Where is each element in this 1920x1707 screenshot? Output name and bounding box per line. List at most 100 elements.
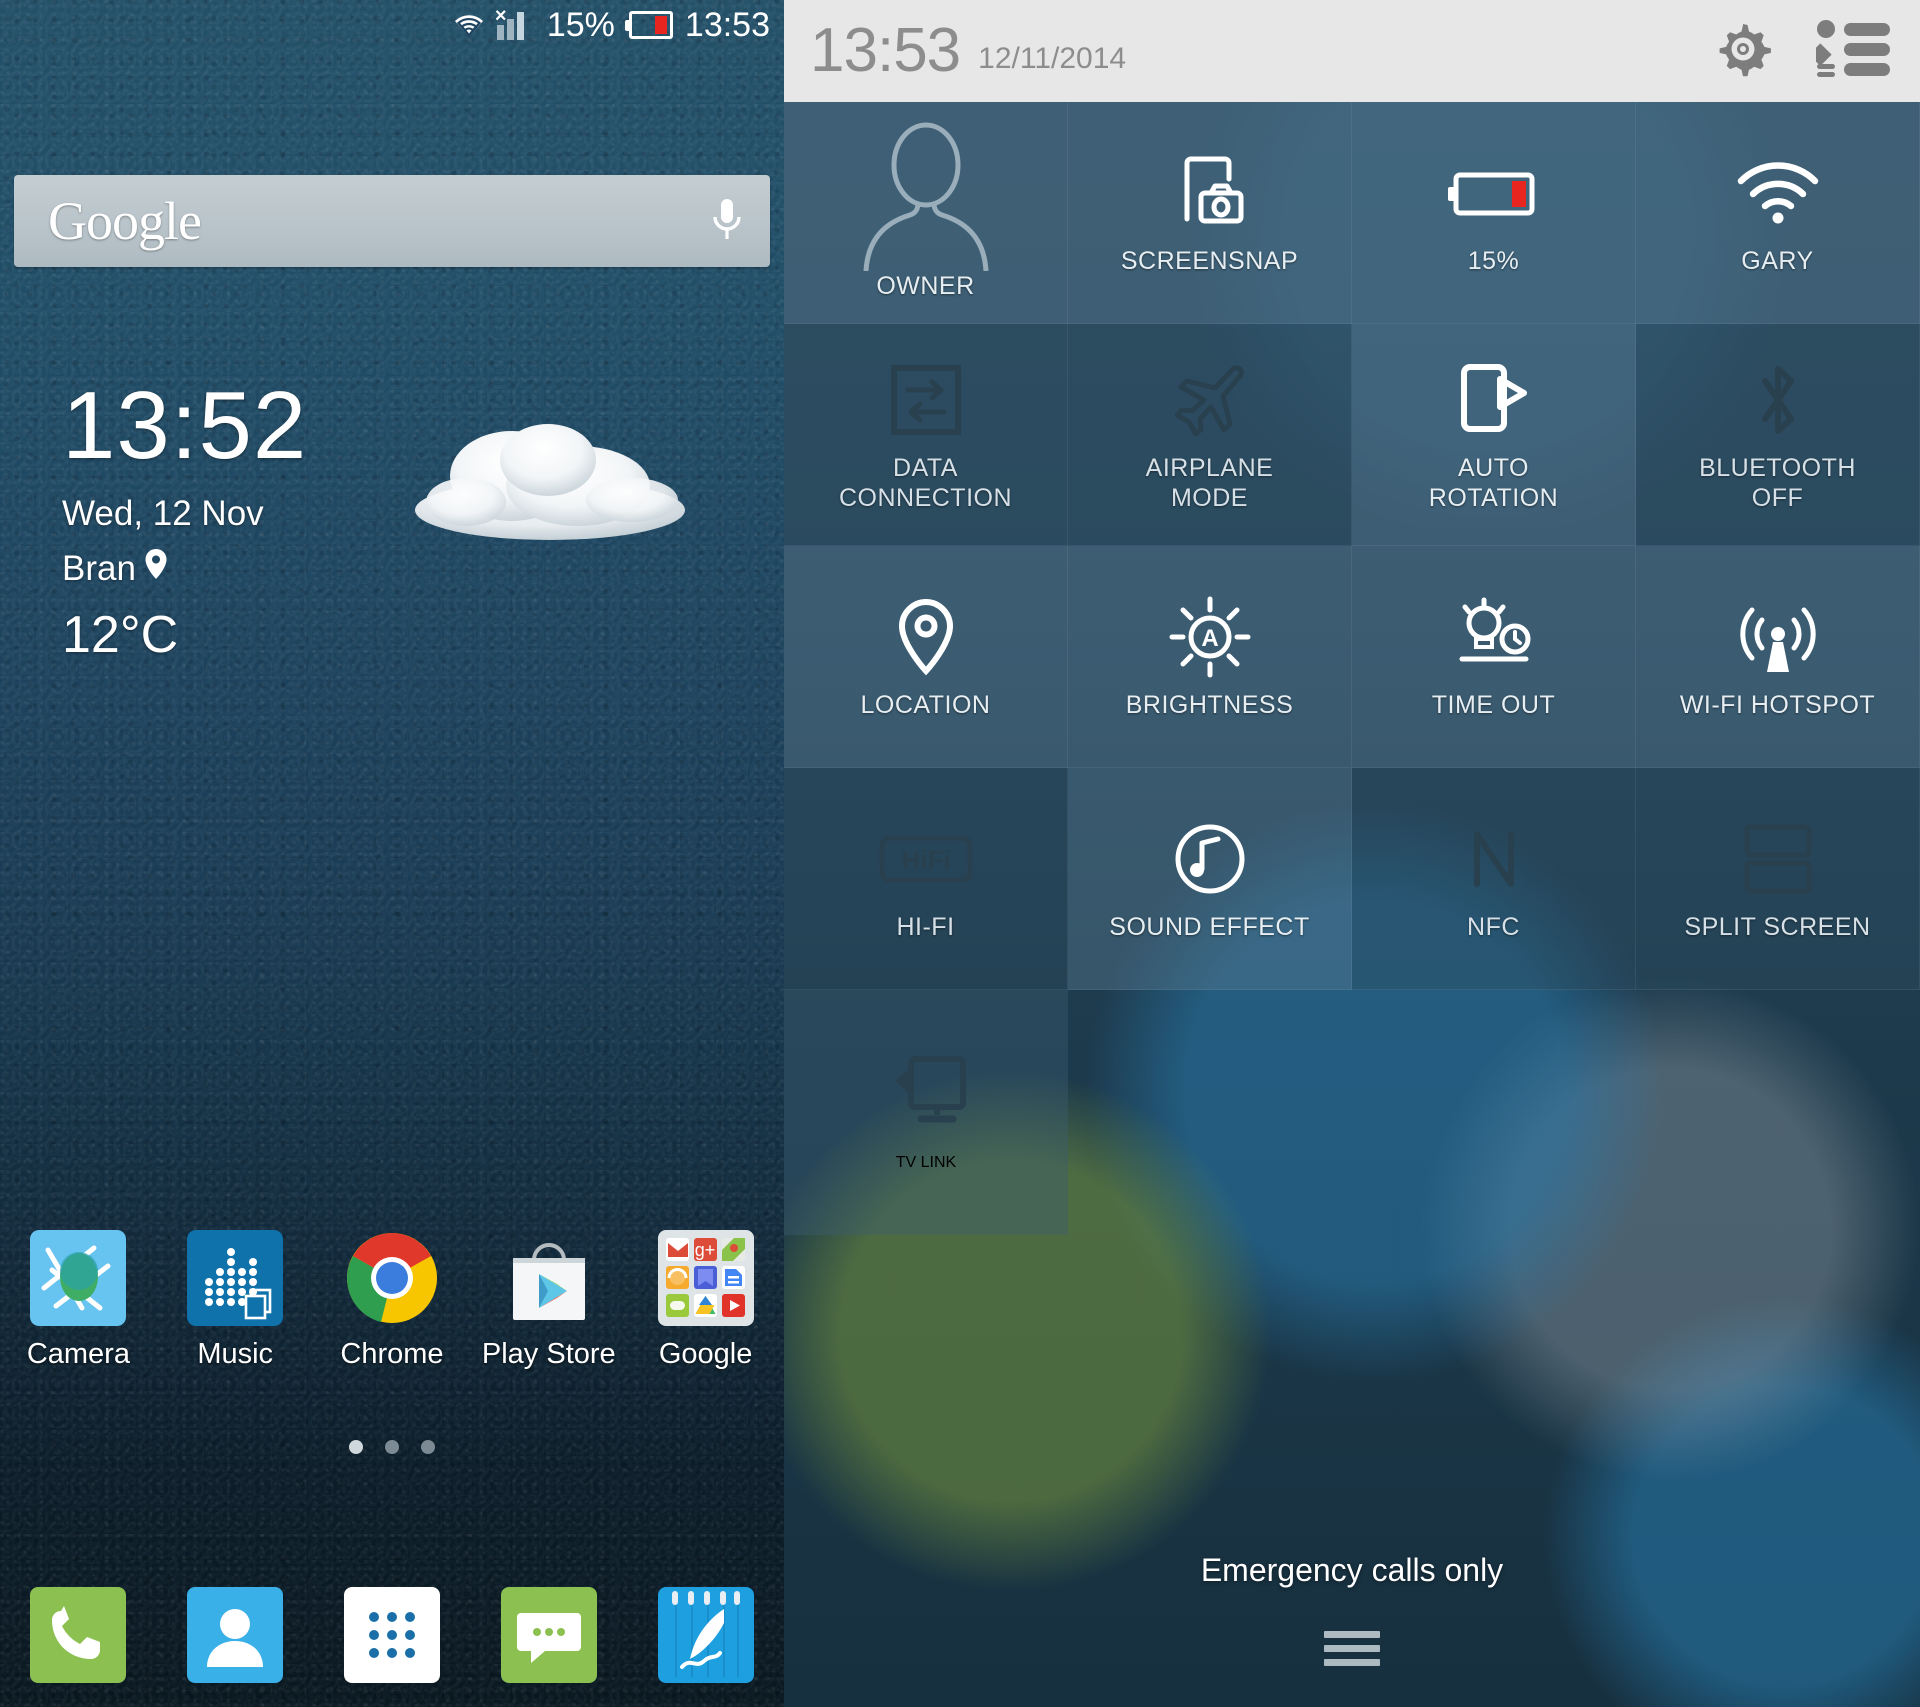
widget-date: Wed, 12 Nov xyxy=(62,494,264,533)
status-battery-percent: 15% xyxy=(546,5,615,44)
widget-location-label: Bran xyxy=(62,548,136,588)
tile-split-screen[interactable]: SPLIT SCREEN xyxy=(1636,768,1920,990)
tile-label: DATA CONNECTION xyxy=(838,453,1013,512)
page-indicator[interactable] xyxy=(0,1440,784,1454)
tile-wifi[interactable]: GARY xyxy=(1636,102,1920,324)
quick-settings-grid: OWNER SCREENSNAP 15% GARY DATA CONNECTIO… xyxy=(784,102,1920,990)
tile-label: SCREENSNAP xyxy=(1120,246,1299,275)
tile-battery[interactable]: 15% xyxy=(1352,102,1636,324)
tile-label: AUTO ROTATION xyxy=(1428,453,1559,512)
play-store-app-icon xyxy=(501,1230,597,1326)
app-google-folder[interactable]: g+ Google xyxy=(636,1230,776,1371)
shade-clock: 13:53 xyxy=(810,16,961,85)
map-pin-icon xyxy=(144,548,168,589)
user-avatar-icon xyxy=(846,121,1006,271)
tile-brightness[interactable]: A BRIGHTNESS xyxy=(1068,546,1352,768)
app-music[interactable]: Music xyxy=(165,1230,305,1371)
app-camera[interactable]: Camera xyxy=(8,1230,148,1371)
messages-icon[interactable] xyxy=(500,1587,597,1683)
split-screen-icon xyxy=(1741,816,1815,902)
emergency-status-text: Emergency calls only xyxy=(1200,1552,1504,1588)
battery-low-icon xyxy=(624,11,675,39)
wifi-icon xyxy=(1733,150,1823,236)
bluetooth-icon xyxy=(1747,357,1809,443)
app-play-store[interactable]: Play Store xyxy=(479,1230,619,1371)
tile-data-connection[interactable]: DATA CONNECTION xyxy=(784,324,1068,546)
x-mark-icon: × xyxy=(494,5,507,27)
shade-header: 13:53 12/11/2014 xyxy=(784,0,1920,102)
tile-tv-link[interactable]: TV LINK xyxy=(784,990,1068,1235)
gear-icon[interactable] xyxy=(1712,18,1774,85)
tile-label: AIRPLANE MODE xyxy=(1145,453,1274,512)
hotspot-icon xyxy=(1735,594,1821,680)
tile-label: TIME OUT xyxy=(1431,690,1556,719)
tile-label: BRIGHTNESS xyxy=(1125,690,1294,719)
notification-list-icon[interactable] xyxy=(1809,19,1890,83)
tile-label: WI-FI HOTSPOT xyxy=(1679,690,1876,719)
google-logo: Google xyxy=(48,191,202,251)
page-dot-3[interactable] xyxy=(421,1440,435,1454)
widget-temperature: 12°C xyxy=(62,606,179,664)
app-label: Play Store xyxy=(481,1338,616,1370)
notification-shade: 13:53 12/11/2014 OWNER SCREENSNAP 15% GA… xyxy=(784,0,1920,1707)
tile-owner[interactable]: OWNER xyxy=(784,102,1068,324)
contacts-icon[interactable] xyxy=(187,1587,284,1683)
widget-clock-time: 13:52 xyxy=(62,372,308,479)
google-search-widget[interactable]: Google xyxy=(14,175,770,267)
tile-time-out[interactable]: TIME OUT xyxy=(1352,546,1636,768)
screen-timeout-icon xyxy=(1452,594,1536,680)
app-chrome[interactable]: Chrome xyxy=(322,1230,462,1371)
app-label: Camera xyxy=(26,1338,130,1370)
tile-label: HI-FI xyxy=(896,912,955,941)
page-dot-2[interactable] xyxy=(385,1440,399,1454)
brightness-auto-icon: A xyxy=(1168,594,1252,680)
quick-settings-last-row: TV LINK xyxy=(784,990,1920,1235)
app-drawer-icon[interactable] xyxy=(343,1587,440,1683)
widget-location: Bran xyxy=(62,548,307,589)
airplane-icon xyxy=(1171,357,1249,443)
app-label: Music xyxy=(197,1338,274,1370)
svg-text:HiFi: HiFi xyxy=(901,845,950,875)
tile-label: TV LINK xyxy=(895,1154,957,1171)
tile-label: NFC xyxy=(1467,912,1520,941)
app-row: Camera Music Chrome Play Store g+ Google xyxy=(0,1230,784,1371)
page-dot-1[interactable] xyxy=(349,1440,363,1454)
chrome-app-icon xyxy=(344,1230,440,1326)
tile-location[interactable]: LOCATION xyxy=(784,546,1068,768)
tile-auto-rotation[interactable]: AUTO ROTATION xyxy=(1352,324,1636,546)
status-clock: 13:53 xyxy=(684,5,770,44)
map-pin-icon xyxy=(896,594,956,680)
hifi-icon: HiFi xyxy=(878,816,974,902)
tile-label: SPLIT SCREEN xyxy=(1684,912,1871,941)
dock xyxy=(0,1587,784,1683)
sound-effect-icon xyxy=(1170,816,1250,902)
tile-wifi-hotspot[interactable]: WI-FI HOTSPOT xyxy=(1636,546,1920,768)
tile-airplane-mode[interactable]: AIRPLANE MODE xyxy=(1068,324,1352,546)
app-label: Chrome xyxy=(340,1338,444,1370)
auto-rotate-icon xyxy=(1454,357,1534,443)
screenshot-icon xyxy=(1173,150,1247,236)
nfc-icon xyxy=(1463,816,1525,902)
status-bar: × 15% 13:53 xyxy=(0,0,784,50)
shade-date: 12/11/2014 xyxy=(978,42,1127,75)
microphone-icon[interactable] xyxy=(710,196,744,246)
tile-screensnap[interactable]: SCREENSNAP xyxy=(1068,102,1352,324)
google-folder-icon: g+ xyxy=(657,1230,754,1326)
cloud-icon xyxy=(400,390,700,580)
battery-low-icon xyxy=(1446,150,1542,236)
notes-icon[interactable] xyxy=(657,1587,754,1683)
tile-bluetooth[interactable]: BLUETOOTH OFF xyxy=(1636,324,1920,546)
tile-hifi[interactable]: HiFi HI-FI xyxy=(784,768,1068,990)
signal-bars-icon: × xyxy=(495,6,537,40)
app-label: Google xyxy=(658,1338,753,1370)
svg-text:A: A xyxy=(1201,625,1218,652)
svg-text:g+: g+ xyxy=(694,1240,715,1260)
home-screen: × 15% 13:53 Google 13:52 Wed, 12 Nov Bra… xyxy=(0,0,784,1707)
data-transfer-icon xyxy=(888,357,964,443)
phone-screenshot-pair: × 15% 13:53 Google 13:52 Wed, 12 Nov Bra… xyxy=(0,0,1920,1707)
tile-sound-effect[interactable]: SOUND EFFECT xyxy=(1068,768,1352,990)
drag-handle-icon[interactable] xyxy=(1324,1631,1380,1673)
clock-weather-widget[interactable]: 13:52 Wed, 12 Nov Bran 12°C xyxy=(62,378,307,665)
tile-nfc[interactable]: NFC xyxy=(1352,768,1636,990)
phone-icon[interactable] xyxy=(30,1587,127,1683)
